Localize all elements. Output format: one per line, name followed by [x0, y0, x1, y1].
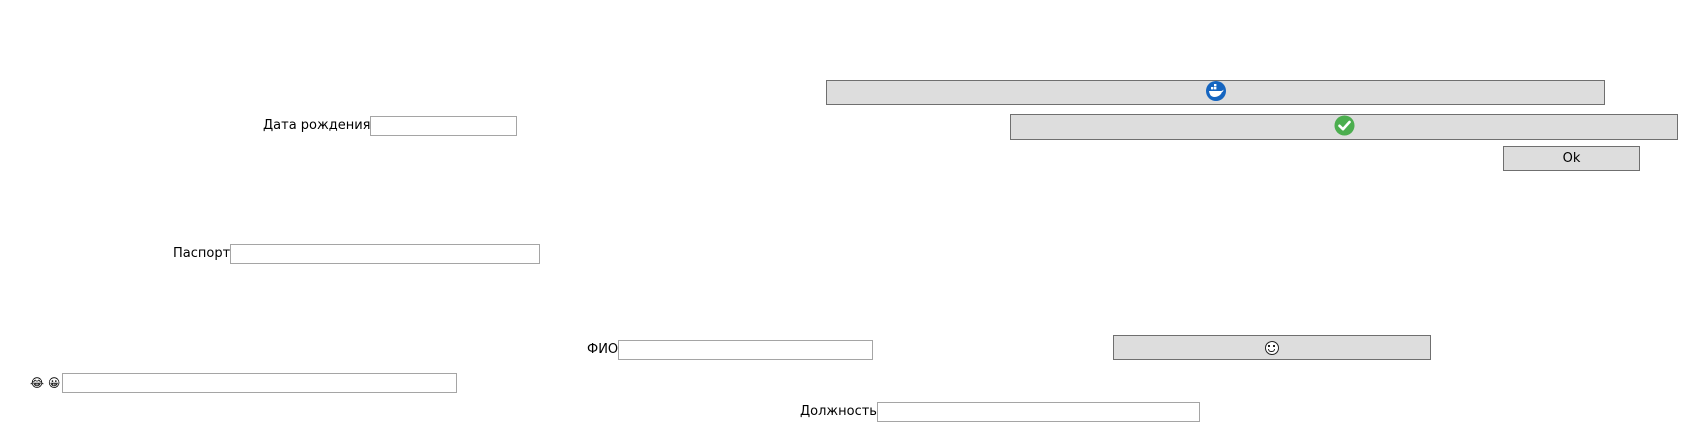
passport-label: Паспорт — [173, 246, 231, 261]
whale-icon-button[interactable] — [826, 80, 1605, 105]
emoji-field-row: 😂 😀 — [30, 372, 458, 394]
docker-whale-icon — [1205, 80, 1227, 106]
emoji-field-label: 😂 😀 — [30, 376, 61, 390]
green-checkmark-icon — [1334, 115, 1355, 140]
position-label: Должность — [800, 404, 877, 419]
birth-date-row: Дата рождения — [263, 115, 518, 137]
position-input[interactable] — [876, 402, 1200, 422]
fio-row: ФИО — [587, 339, 874, 361]
position-row: Должность — [800, 401, 1200, 423]
passport-row: Паспорт — [173, 243, 541, 265]
ok-button[interactable]: Ok — [1503, 146, 1640, 171]
emoji-field-input[interactable] — [62, 373, 458, 393]
fio-label: ФИО — [587, 342, 619, 357]
fio-input[interactable] — [618, 340, 874, 360]
birth-date-input[interactable] — [370, 116, 518, 136]
birth-date-label: Дата рождения — [263, 118, 371, 133]
passport-input[interactable] — [230, 244, 541, 264]
check-icon-button[interactable] — [1010, 114, 1678, 140]
emoji-button[interactable] — [1113, 335, 1431, 360]
laughing-face-icon — [1265, 340, 1279, 355]
